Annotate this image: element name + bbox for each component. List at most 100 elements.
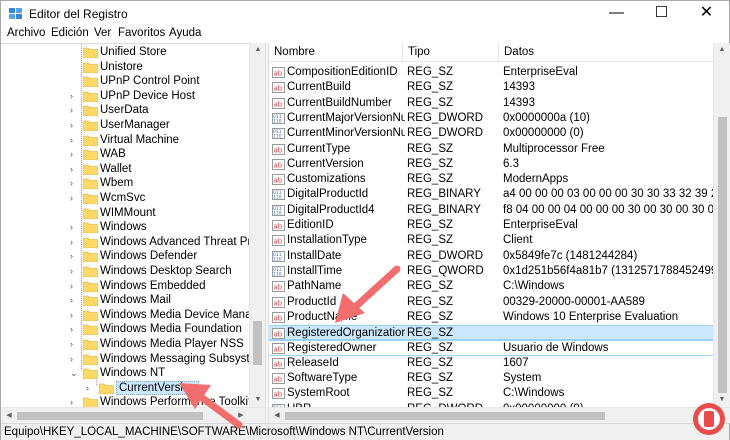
list-hscroll-thumb[interactable]: [285, 412, 605, 420]
expand-chevron-icon[interactable]: ›: [70, 191, 79, 205]
scroll-left-icon[interactable]: ◀: [269, 409, 285, 423]
list-horizontal-scrollbar[interactable]: ◀ ▶: [269, 407, 730, 423]
expand-chevron-icon[interactable]: ›: [70, 147, 79, 161]
expand-chevron-icon[interactable]: ›: [70, 118, 79, 132]
key-tree[interactable]: Unified Store Unistore UPnP Control Point ›…: [1, 43, 264, 423]
tree-item[interactable]: UPnP Control Point: [1, 74, 249, 89]
expand-chevron-icon[interactable]: ›: [70, 308, 79, 322]
value-row[interactable]: ab CurrentBuild REG_SZ 14393: [269, 80, 713, 95]
expand-chevron-icon[interactable]: ›: [70, 133, 79, 147]
maximize-button[interactable]: ☐: [639, 1, 684, 26]
expand-chevron-icon[interactable]: ›: [70, 279, 79, 293]
tree-item-label: Windows NT: [100, 367, 166, 380]
list-scroll-thumb[interactable]: [718, 117, 727, 393]
tree-item[interactable]: › Windows Desktop Search: [1, 264, 249, 279]
tree-item[interactable]: WIMMount: [1, 206, 249, 221]
value-row[interactable]: 011 110 DigitalProductId4 REG_BINARY f8 04 0…: [269, 203, 713, 218]
value-row[interactable]: ab SystemRoot REG_SZ C:\Windows: [269, 386, 713, 401]
folder-icon: [99, 383, 114, 394]
expand-chevron-icon[interactable]: ›: [70, 352, 79, 366]
svg-text:ab: ab: [274, 346, 283, 354]
tree-item[interactable]: Unified Store: [1, 45, 249, 60]
expand-chevron-icon[interactable]: ›: [70, 235, 79, 249]
value-row[interactable]: 011 110 InstallDate REG_DWORD 0x5849fe7c (14…: [269, 249, 713, 264]
tree-hscroll-thumb[interactable]: [17, 412, 203, 420]
value-row[interactable]: ab ReleaseId REG_SZ 1607: [269, 356, 713, 371]
scroll-left-icon[interactable]: ◀: [1, 409, 17, 423]
svg-text:ab: ab: [274, 85, 283, 93]
menu-ver[interactable]: Ver: [94, 27, 111, 39]
list-vertical-scrollbar[interactable]: ▲ ▼: [713, 43, 730, 407]
expand-chevron-icon[interactable]: ›: [70, 103, 79, 117]
tree-item[interactable]: › WAB: [1, 147, 249, 162]
tree-vertical-scrollbar[interactable]: ▲ ▼: [249, 43, 265, 407]
tree-item[interactable]: › Windows Embedded: [1, 279, 249, 294]
tree-item[interactable]: › Windows Messaging Subsystem: [1, 352, 264, 367]
menu-bar: Archivo Edición Ver Favoritos Ayuda: [1, 26, 729, 43]
value-data: 0x5849fe7c (1481244284): [503, 249, 638, 262]
expand-chevron-icon[interactable]: ⌄: [70, 366, 79, 380]
tree-item[interactable]: Unistore: [1, 60, 249, 75]
tree-item[interactable]: › Windows Defender: [1, 249, 249, 264]
title-bar[interactable]: Editor del Registro — ☐ ✕: [1, 1, 729, 26]
value-name: InstallDate: [287, 249, 342, 262]
tree-item[interactable]: › Windows Mail: [1, 293, 249, 308]
tree-item[interactable]: › Wbem: [1, 176, 249, 191]
expand-chevron-icon[interactable]: ›: [70, 322, 79, 336]
value-type: REG_BINARY: [407, 188, 481, 201]
tree-item[interactable]: › Windows Media Player NSS: [1, 337, 249, 352]
value-row[interactable]: 011 110 DigitalProductId REG_BINARY a4 00 00…: [269, 187, 713, 202]
tree-item[interactable]: › UserData: [1, 103, 249, 118]
expand-chevron-icon[interactable]: ›: [70, 162, 79, 176]
tree-item[interactable]: › UPnP Device Host: [1, 89, 249, 104]
tree-scroll-thumb[interactable]: [253, 321, 262, 365]
tree-item[interactable]: › Virtual Machine: [1, 133, 249, 148]
minimize-button[interactable]: —: [594, 1, 639, 26]
scroll-down-icon[interactable]: ▼: [250, 393, 266, 407]
tree-item[interactable]: ⌄ Windows NT: [1, 366, 249, 381]
expand-chevron-icon[interactable]: ›: [86, 381, 95, 395]
scroll-up-icon[interactable]: ▲: [714, 43, 730, 57]
tree-item[interactable]: › Windows Advanced Threat Protecti: [1, 235, 264, 250]
column-header-data[interactable]: Datos: [499, 43, 713, 62]
expand-chevron-icon[interactable]: ›: [70, 220, 79, 234]
expand-chevron-icon[interactable]: ›: [70, 249, 79, 263]
expand-chevron-icon[interactable]: ›: [70, 337, 79, 351]
menu-archivo[interactable]: Archivo: [7, 27, 45, 39]
value-row[interactable]: ab EditionID REG_SZ EnterpriseEval: [269, 218, 713, 233]
tree-item[interactable]: › Wallet: [1, 162, 249, 177]
tree-item[interactable]: › Windows Media Foundation: [1, 322, 249, 337]
tree-item[interactable]: › WcmSvc: [1, 191, 249, 206]
value-row[interactable]: ab CurrentVersion REG_SZ 6.3: [269, 157, 713, 172]
expand-chevron-icon[interactable]: ›: [70, 176, 79, 190]
value-row[interactable]: ab Customizations REG_SZ ModernApps: [269, 172, 713, 187]
value-row[interactable]: ab RegisteredOrganization REG_SZ: [269, 325, 713, 341]
expand-chevron-icon[interactable]: ›: [70, 89, 79, 103]
column-header-type[interactable]: Tipo: [403, 43, 499, 62]
value-row[interactable]: 011 110 CurrentMajorVersionNu... REG_DWORD 0…: [269, 111, 713, 126]
value-row[interactable]: ab SoftwareType REG_SZ System: [269, 371, 713, 386]
expand-chevron-icon[interactable]: ›: [70, 264, 79, 278]
scroll-up-icon[interactable]: ▲: [250, 43, 266, 57]
value-row[interactable]: ab CurrentBuildNumber REG_SZ 14393: [269, 96, 713, 111]
value-type: REG_SZ: [407, 387, 454, 400]
value-row[interactable]: 011 110 CurrentMinorVersionNu... REG_DWORD 0…: [269, 126, 713, 141]
close-button[interactable]: ✕: [684, 1, 729, 26]
tree-item[interactable]: › Windows Media Device Manager: [1, 308, 264, 323]
value-row[interactable]: ab RegisteredOwner REG_SZ Usuario de Window…: [269, 340, 713, 356]
menu-ayuda[interactable]: Ayuda: [169, 27, 201, 39]
expand-chevron-icon[interactable]: ›: [70, 293, 79, 307]
svg-text:ab: ab: [274, 376, 283, 384]
value-row[interactable]: ab InstallationType REG_SZ Client: [269, 233, 713, 248]
value-name: SystemRoot: [287, 387, 350, 400]
svg-text:ab: ab: [274, 238, 283, 246]
value-row[interactable]: ab CurrentType REG_SZ Multiprocessor Free: [269, 142, 713, 157]
tree-item[interactable]: › UserManager: [1, 118, 249, 133]
menu-edicion[interactable]: Edición: [51, 27, 89, 39]
value-row[interactable]: ab CompositionEditionID REG_SZ EnterpriseEv…: [269, 65, 713, 80]
tree-item[interactable]: › Windows: [1, 220, 249, 235]
menu-favoritos[interactable]: Favoritos: [118, 27, 165, 39]
folder-icon: [83, 354, 98, 365]
column-header-name[interactable]: Nombre: [269, 43, 403, 62]
values-list[interactable]: Nombre Tipo Datos ab CompositionEditionID…: [269, 43, 713, 407]
